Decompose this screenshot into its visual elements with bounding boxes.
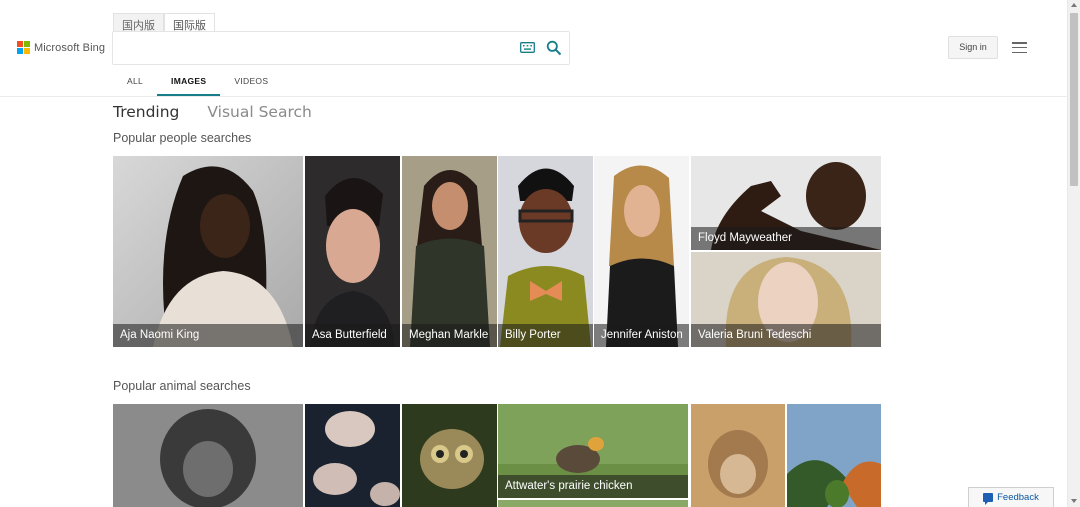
people-tile-floyd-mayweather[interactable]: Floyd Mayweather [691, 156, 881, 250]
tab-images[interactable]: IMAGES [157, 76, 221, 96]
animal-tile-jellyfish[interactable] [305, 404, 400, 507]
people-tile-aja-naomi-king[interactable]: Aja Naomi King [113, 156, 303, 347]
tile-caption: Floyd Mayweather [691, 227, 881, 250]
tile-caption: Jennifer Aniston [594, 324, 689, 347]
feedback-label: Feedback [997, 492, 1039, 503]
microsoft-logo-icon [17, 41, 30, 54]
vertical-scrollbar[interactable] [1067, 0, 1080, 507]
tile-caption: Aja Naomi King [113, 324, 303, 347]
people-tile-billy-porter[interactable]: Billy Porter [498, 156, 593, 347]
animal-tile-tarsier[interactable] [402, 404, 497, 507]
people-section-title: Popular people searches [113, 131, 252, 145]
animal-tile-chimpanzee[interactable] [113, 404, 303, 507]
animal-tile-attwaters-prairie-chicken[interactable]: Attwater's prairie chicken [498, 404, 688, 498]
animal-image [113, 404, 303, 507]
animal-section-title: Popular animal searches [113, 379, 251, 393]
logo-text: Microsoft Bing [34, 41, 106, 54]
tab-videos[interactable]: VIDEOS [220, 76, 282, 96]
search-box [112, 31, 570, 65]
people-tile-asa-butterfield[interactable]: Asa Butterfield [305, 156, 400, 347]
people-tile-jennifer-aniston[interactable]: Jennifer Aniston [594, 156, 689, 347]
region-tabs: 国内版 国际版 [113, 13, 215, 32]
portrait-image [113, 156, 303, 347]
region-tab-international[interactable]: 国际版 [164, 13, 215, 32]
tile-caption: Asa Butterfield [305, 324, 400, 347]
portrait-image [305, 156, 400, 347]
scope-tabs: ALL IMAGES VIDEOS [113, 76, 282, 96]
animal-tile-parrot[interactable] [787, 404, 881, 507]
search-input[interactable] [121, 38, 516, 60]
animal-tile-partial[interactable] [498, 500, 688, 507]
tab-all[interactable]: ALL [113, 76, 157, 96]
hamburger-menu-icon[interactable] [1012, 42, 1027, 53]
search-icon[interactable] [546, 40, 562, 56]
animal-image [787, 404, 881, 507]
animal-image [498, 500, 688, 507]
tile-caption: Meghan Markle [402, 324, 497, 347]
bing-logo[interactable]: Microsoft Bing [17, 41, 105, 54]
region-tab-domestic[interactable]: 国内版 [113, 13, 164, 32]
tile-caption: Attwater's prairie chicken [498, 475, 688, 498]
mode-tabs: Trending Visual Search [113, 103, 312, 121]
animal-image [305, 404, 400, 507]
animal-tile-kangaroo-rat[interactable] [691, 404, 785, 507]
scroll-down-arrow-icon[interactable] [1071, 499, 1077, 503]
people-tile-meghan-markle[interactable]: Meghan Markle [402, 156, 497, 347]
feedback-icon [983, 493, 994, 505]
people-tile-valeria-bruni-tedeschi[interactable]: Valeria Bruni Tedeschi [691, 252, 881, 347]
scroll-up-arrow-icon[interactable] [1071, 3, 1077, 7]
top-bar: Microsoft Bing 国内版 国际版 Sign in ALL IMAGE… [0, 0, 1067, 97]
tile-caption: Valeria Bruni Tedeschi [691, 324, 881, 347]
portrait-image [594, 156, 689, 347]
keyboard-icon[interactable] [520, 41, 535, 54]
portrait-image [402, 156, 497, 347]
tab-visual-search[interactable]: Visual Search [207, 103, 311, 121]
animal-image [402, 404, 497, 507]
tab-trending[interactable]: Trending [113, 103, 179, 121]
feedback-button[interactable]: Feedback [968, 487, 1054, 507]
sign-in-button[interactable]: Sign in [948, 36, 998, 59]
animal-image [691, 404, 785, 507]
portrait-image [498, 156, 593, 347]
scroll-thumb[interactable] [1070, 13, 1078, 186]
tile-caption: Billy Porter [498, 324, 593, 347]
